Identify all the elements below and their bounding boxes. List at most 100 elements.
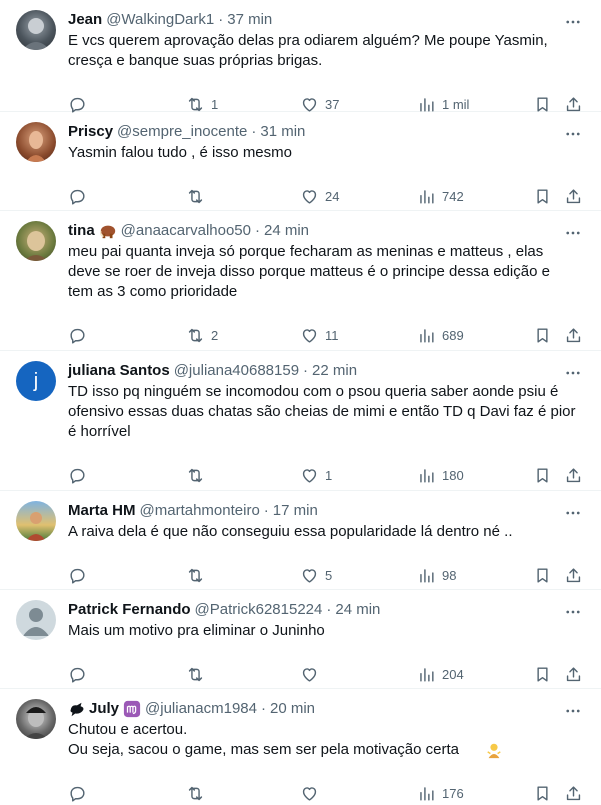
retweet-button[interactable]: [186, 782, 211, 804]
tweet-text: A raiva dela é que não conseguiu essa po…: [68, 523, 513, 540]
avatar-jean[interactable]: [16, 10, 56, 50]
display-name[interactable]: Marta HM: [68, 501, 136, 521]
reply-button[interactable]: [68, 464, 93, 486]
timestamp[interactable]: 37 min: [227, 10, 272, 30]
avatar-tina[interactable]: [16, 221, 56, 261]
avatar-initial: j: [33, 369, 39, 392]
bookmark-button[interactable]: [533, 185, 552, 207]
tweet-marta-hm[interactable]: Marta HM @martahmonteiro · 17 min A raiv…: [0, 491, 601, 590]
views-button[interactable]: 176: [417, 782, 464, 804]
separator-dot: ·: [218, 11, 224, 28]
like-button[interactable]: [300, 782, 325, 804]
more-icon[interactable]: [563, 363, 583, 383]
retweet-button[interactable]: [186, 185, 211, 207]
tweet-priscy[interactable]: Priscy @sempre_inocente · 31 min Yasmin …: [0, 112, 601, 211]
user-handle[interactable]: @martahmonteiro: [140, 501, 260, 521]
views-icon: [420, 97, 434, 112]
share-button[interactable]: [564, 782, 583, 804]
views-button[interactable]: 98: [417, 564, 456, 586]
tweet-patrick-fernando[interactable]: Patrick Fernando @Patrick62815224 · 24 m…: [0, 590, 601, 689]
user-handle[interactable]: @sempre_inocente: [117, 122, 247, 142]
like-button[interactable]: 5: [300, 564, 332, 586]
tweet-tina[interactable]: tina @anaacarvalhoo50 · 24 min meu pai q…: [0, 211, 601, 351]
user-handle[interactable]: @Patrick62815224: [195, 600, 323, 620]
bookmark-button[interactable]: [533, 663, 552, 685]
bookmark-button[interactable]: [533, 564, 552, 586]
display-name[interactable]: tina: [68, 221, 95, 241]
like-button[interactable]: [300, 663, 325, 685]
display-name[interactable]: juliana Santos: [68, 361, 170, 381]
bookmark-icon: [537, 188, 548, 204]
display-name[interactable]: Priscy: [68, 122, 113, 142]
view-count: 1 mil: [442, 96, 470, 112]
share-button[interactable]: [564, 663, 583, 685]
retweet-button[interactable]: [186, 564, 211, 586]
timestamp[interactable]: 24 min: [264, 221, 309, 241]
reply-button[interactable]: [68, 663, 93, 685]
more-icon[interactable]: [563, 12, 583, 32]
views-icon: [420, 328, 434, 343]
timestamp[interactable]: 24 min: [335, 600, 380, 620]
views-button[interactable]: 689: [417, 324, 464, 346]
reply-button[interactable]: [68, 564, 93, 586]
bookmark-button[interactable]: [533, 464, 552, 486]
retweet-button[interactable]: [186, 663, 211, 685]
like-button[interactable]: 1: [300, 464, 332, 486]
avatar-juliana-santos[interactable]: j: [16, 361, 56, 401]
retweet-icon: [188, 786, 203, 800]
views-button[interactable]: 180: [417, 464, 464, 486]
user-handle[interactable]: @juliana40688159: [174, 361, 299, 381]
bookmark-button[interactable]: [533, 782, 552, 804]
user-handle[interactable]: @julianacm1984: [145, 699, 257, 719]
bookmark-icon: [537, 567, 548, 583]
views-icon: [420, 468, 434, 483]
retweet-button[interactable]: [186, 464, 211, 486]
avatar-patrick-fernando[interactable]: [16, 600, 56, 640]
views-icon: [420, 786, 434, 801]
bird-emoji-icon: [70, 702, 84, 717]
bookmark-button[interactable]: [533, 324, 552, 346]
reply-button[interactable]: [68, 782, 93, 804]
reply-icon: [70, 328, 85, 344]
display-name[interactable]: Jean: [68, 10, 102, 30]
avatar-priscy[interactable]: [16, 122, 56, 162]
retweet-button[interactable]: 2: [186, 324, 218, 346]
tweet-text: Mais um motivo pra eliminar o Juninho: [68, 622, 325, 639]
share-icon: [566, 567, 581, 582]
like-count: 24: [325, 188, 340, 204]
tweet-july[interactable]: July @julianacm1984 · 20 min Chutou e ac…: [0, 689, 601, 805]
share-button[interactable]: [564, 564, 583, 586]
more-icon[interactable]: [563, 701, 583, 721]
retweet-icon: [188, 568, 203, 582]
avatar-marta-hm[interactable]: [16, 501, 56, 541]
views-button[interactable]: 742: [417, 185, 464, 207]
more-icon[interactable]: [563, 124, 583, 144]
display-name[interactable]: July: [89, 699, 119, 719]
more-icon[interactable]: [563, 503, 583, 523]
timestamp[interactable]: 31 min: [260, 122, 305, 142]
reply-button[interactable]: [68, 185, 93, 207]
like-button[interactable]: 11: [300, 324, 339, 346]
share-button[interactable]: [564, 464, 583, 486]
like-button[interactable]: 24: [300, 185, 339, 207]
timestamp[interactable]: 17 min: [273, 501, 318, 521]
share-button[interactable]: [564, 185, 583, 207]
views-button[interactable]: 204: [417, 663, 464, 685]
more-icon[interactable]: [563, 223, 583, 243]
user-handle[interactable]: @anaacarvalhoo50: [121, 221, 251, 241]
reply-button[interactable]: [68, 324, 93, 346]
display-name[interactable]: Patrick Fernando: [68, 600, 191, 620]
like-icon: [302, 568, 317, 583]
more-icon[interactable]: [563, 602, 583, 622]
share-button[interactable]: [564, 324, 583, 346]
tweet-text: meu pai quanta inveja só porque fecharam…: [68, 243, 550, 300]
view-count: 176: [442, 785, 464, 801]
user-handle[interactable]: @WalkingDark1: [106, 10, 214, 30]
timestamp[interactable]: 22 min: [312, 361, 357, 381]
share-icon: [566, 327, 581, 342]
replies-feed: Jean @WalkingDark1 · 37 min E vcs querem…: [0, 0, 601, 805]
tweet-jean[interactable]: Jean @WalkingDark1 · 37 min E vcs querem…: [0, 0, 601, 113]
avatar-july[interactable]: [16, 699, 56, 739]
tweet-juliana-santos[interactable]: j juliana Santos @juliana40688159 · 22 m…: [0, 351, 601, 491]
timestamp[interactable]: 20 min: [270, 699, 315, 719]
